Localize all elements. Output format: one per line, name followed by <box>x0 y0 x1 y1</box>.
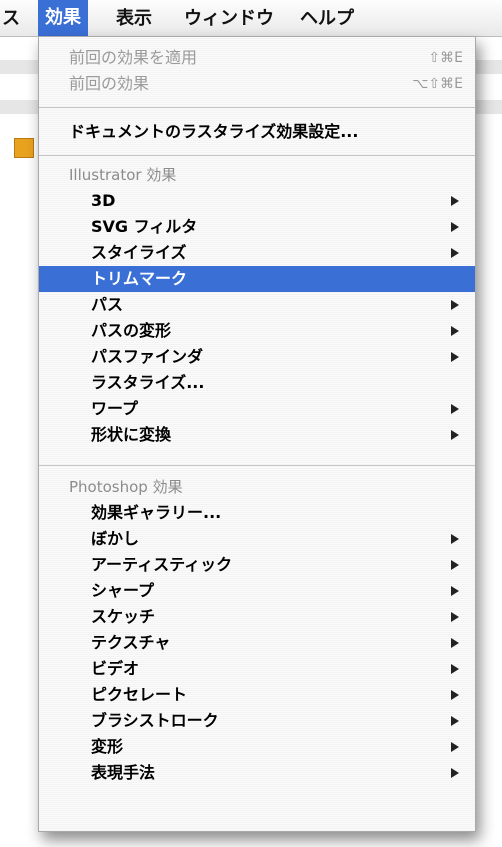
menu-item-label: ラスタライズ... <box>91 373 205 392</box>
menu-item-texture[interactable]: テクスチャ <box>39 630 475 656</box>
menu-item-pathfinder[interactable]: パスファインダ <box>39 344 475 370</box>
menu-item-blur[interactable]: ぼかし <box>39 526 475 552</box>
menu-item-label: 効果ギャラリー... <box>91 503 222 522</box>
menu-item-label: アーティスティック <box>91 555 233 574</box>
submenu-arrow-icon <box>451 196 459 206</box>
submenu-arrow-icon <box>451 300 459 310</box>
menu-item-last-effect[interactable]: 前回の効果 ⌥⇧⌘E <box>39 71 475 97</box>
menu-item-label: ブラシストローク <box>91 711 219 730</box>
menu-item-pixelate[interactable]: ピクセレート <box>39 682 475 708</box>
menu-separator <box>39 107 475 108</box>
menu-item-stylize[interactable]: スタイライズ <box>39 240 475 266</box>
menu-item-sharpen[interactable]: シャープ <box>39 578 475 604</box>
submenu-arrow-icon <box>451 404 459 414</box>
menu-item-stylize-photoshop[interactable]: 表現手法 <box>39 760 475 786</box>
menu-item-label: シャープ <box>91 581 155 600</box>
menu-item-label: パスファインダ <box>91 347 204 366</box>
menu-item-apply-last-effect[interactable]: 前回の効果を適用 ⇧⌘E <box>39 45 475 71</box>
submenu-arrow-icon <box>451 638 459 648</box>
menu-item-label: 3D <box>91 191 116 210</box>
document-tab-icon <box>14 138 34 158</box>
menu-bar: ス 効果 表示 ウィンドウ ヘルプ <box>0 0 502 37</box>
menu-item-label: 前回の効果 <box>69 74 150 93</box>
menu-item-label: ピクセレート <box>91 685 188 704</box>
menu-separator <box>39 155 475 156</box>
menu-item-3d[interactable]: 3D <box>39 188 475 214</box>
menu-item-label: スタイライズ <box>91 243 187 262</box>
menubar-item-help[interactable]: ヘルプ <box>300 6 354 32</box>
menu-item-trim-marks[interactable]: トリムマーク <box>39 266 475 292</box>
menu-separator <box>39 465 475 466</box>
menu-item-label: テクスチャ <box>91 633 171 652</box>
menu-item-label: スケッチ <box>91 607 156 626</box>
menu-item-label: ビデオ <box>91 659 140 678</box>
submenu-arrow-icon <box>451 586 459 596</box>
menu-item-label: SVG フィルタ <box>91 217 198 236</box>
submenu-arrow-icon <box>451 326 459 336</box>
menu-item-label: 変形 <box>91 737 124 756</box>
menu-item-label: 表現手法 <box>91 763 156 782</box>
menu-item-artistic[interactable]: アーティスティック <box>39 552 475 578</box>
menu-item-document-raster-settings[interactable]: ドキュメントのラスタライズ効果設定... <box>39 119 475 145</box>
menu-item-distort-transform[interactable]: パスの変形 <box>39 318 475 344</box>
illustrator-effects-header: Illustrator 効果 <box>39 162 475 188</box>
menu-item-effect-gallery[interactable]: 効果ギャラリー... <box>39 500 475 526</box>
menu-item-label: パス <box>91 295 124 314</box>
submenu-arrow-icon <box>451 612 459 622</box>
section-header-label: Illustrator 効果 <box>69 166 177 184</box>
menu-item-video[interactable]: ビデオ <box>39 656 475 682</box>
menu-item-distort[interactable]: 変形 <box>39 734 475 760</box>
menubar-item-window[interactable]: ウィンドウ <box>184 6 274 32</box>
menu-item-label: 前回の効果を適用 <box>69 48 198 67</box>
menu-item-sketch[interactable]: スケッチ <box>39 604 475 630</box>
submenu-arrow-icon <box>451 742 459 752</box>
menu-item-rasterize[interactable]: ラスタライズ... <box>39 370 475 396</box>
submenu-arrow-icon <box>451 690 459 700</box>
menu-item-label: ワープ <box>91 399 139 418</box>
effect-menu: 前回の効果を適用 ⇧⌘E 前回の効果 ⌥⇧⌘E ドキュメントのラスタライズ効果設… <box>38 36 476 832</box>
submenu-arrow-icon <box>451 352 459 362</box>
submenu-arrow-icon <box>451 430 459 440</box>
shortcut-label: ⇧⌘E <box>428 50 463 66</box>
photoshop-effects-header: Photoshop 効果 <box>39 474 475 500</box>
menu-item-label: パスの変形 <box>91 321 172 340</box>
submenu-arrow-icon <box>451 534 459 544</box>
menu-item-label: トリムマーク <box>91 269 188 288</box>
menubar-item-effect[interactable]: 効果 <box>38 0 88 36</box>
submenu-arrow-icon <box>451 560 459 570</box>
menubar-item-view[interactable]: 表示 <box>116 6 152 32</box>
submenu-arrow-icon <box>451 248 459 258</box>
submenu-arrow-icon <box>451 768 459 778</box>
submenu-arrow-icon <box>451 222 459 232</box>
menu-item-label: ドキュメントのラスタライズ効果設定... <box>69 122 359 141</box>
shortcut-label: ⌥⇧⌘E <box>412 76 463 92</box>
menu-item-label: ぼかし <box>91 529 140 548</box>
menu-item-warp[interactable]: ワープ <box>39 396 475 422</box>
section-header-label: Photoshop 効果 <box>69 478 183 496</box>
submenu-arrow-icon <box>451 716 459 726</box>
submenu-arrow-icon <box>451 664 459 674</box>
menu-item-path[interactable]: パス <box>39 292 475 318</box>
menu-item-brush-strokes[interactable]: ブラシストローク <box>39 708 475 734</box>
menu-item-convert-to-shape[interactable]: 形状に変換 <box>39 422 475 448</box>
menu-item-svg-filter[interactable]: SVG フィルタ <box>39 214 475 240</box>
menubar-item-type[interactable]: ス <box>2 6 20 32</box>
menu-item-label: 形状に変換 <box>91 425 172 444</box>
